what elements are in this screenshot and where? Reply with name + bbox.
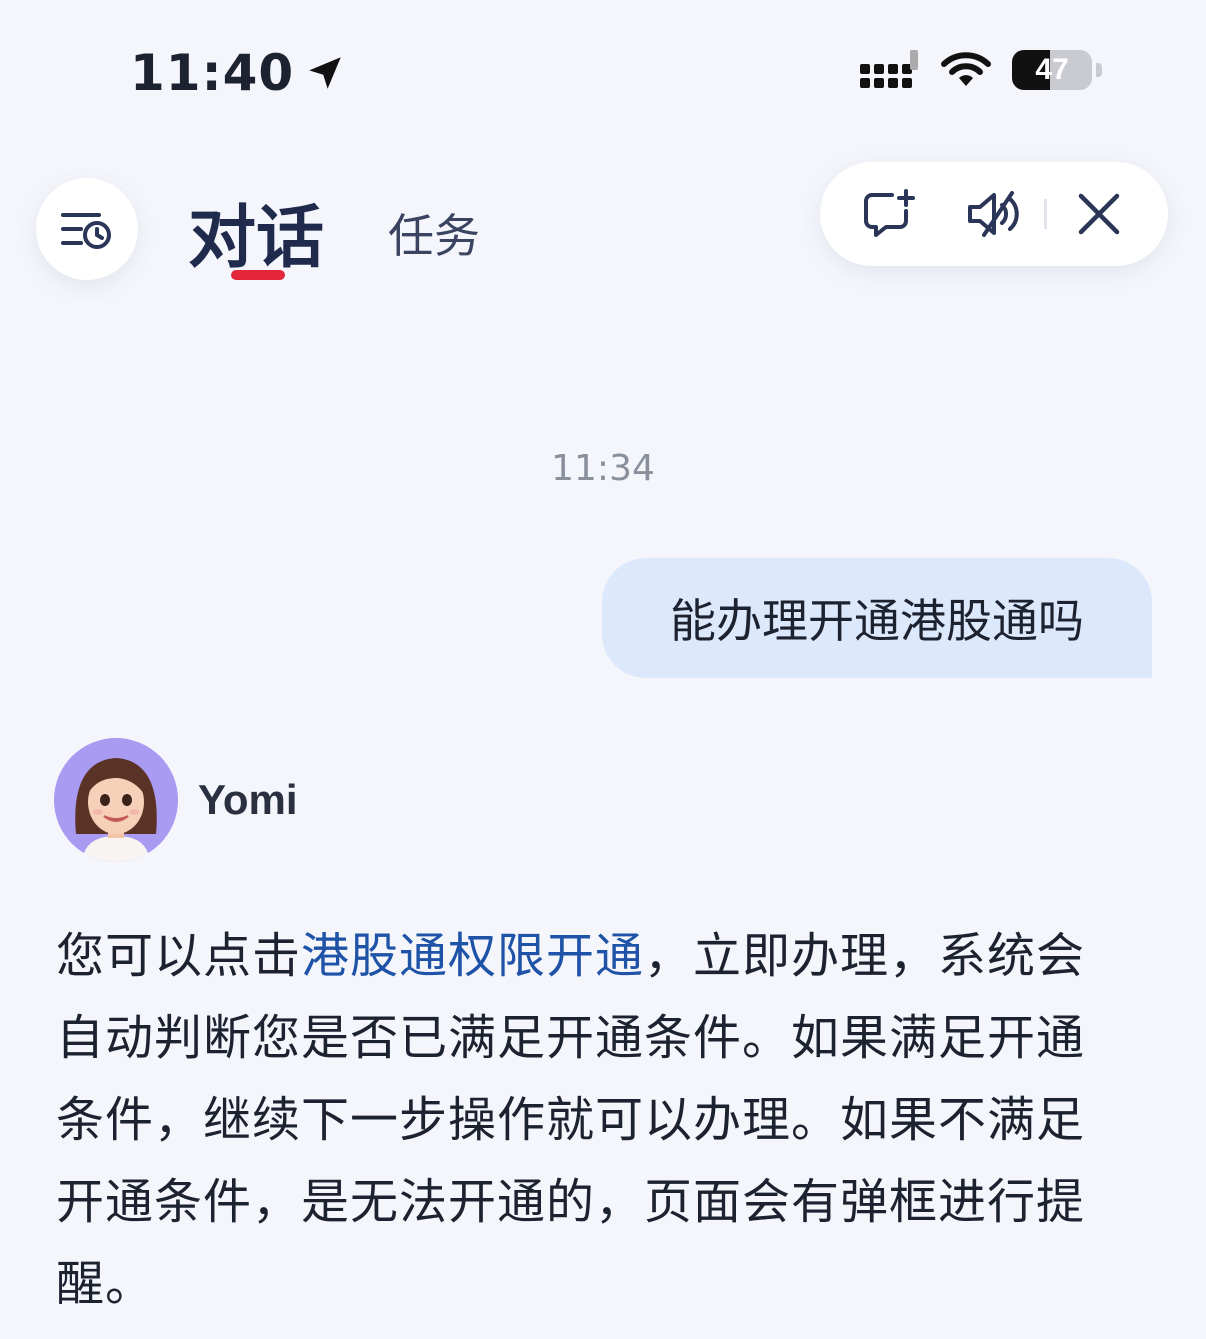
header-actions	[820, 162, 1168, 266]
tab-chat[interactable]: 对话	[188, 182, 324, 281]
status-time: 11:40	[130, 44, 346, 102]
close-icon	[1079, 193, 1120, 235]
active-tab-indicator	[231, 270, 285, 280]
message-timestamp: 11:34	[551, 448, 655, 489]
avatar	[54, 738, 178, 862]
new-chat-icon	[863, 189, 915, 237]
battery-nub	[1096, 63, 1102, 77]
clock-text: 11:40	[130, 44, 295, 102]
reply-text-after: ，立即办理，系统会自动判断您是否已满足开通条件。如果满足开通条件，继续下一步操作…	[56, 928, 1086, 1312]
action-divider	[1044, 199, 1047, 229]
mute-icon	[967, 191, 1019, 237]
user-message-text: 能办理开通港股通吗	[670, 594, 1084, 648]
hk-connect-permission-link[interactable]: 港股通权限开通	[301, 928, 644, 984]
close-button[interactable]	[1061, 174, 1138, 254]
reply-text-before: 您可以点击	[56, 928, 302, 984]
tab-task[interactable]: 任务	[388, 200, 480, 266]
wifi-icon	[941, 52, 991, 86]
user-message-bubble: 能办理开通港股通吗	[602, 558, 1152, 678]
battery-icon: 47	[1012, 50, 1092, 90]
history-icon	[61, 213, 111, 249]
history-button[interactable]	[36, 178, 138, 280]
bot-name: Yomi	[198, 776, 298, 823]
bot-reply: 您可以点击港股通权限开通，立即办理，系统会自动判断您是否已满足开通条件。如果满足…	[56, 915, 1126, 1325]
location-arrow-icon	[309, 57, 341, 89]
mute-button[interactable]	[957, 174, 1034, 254]
bot-avatar-image	[54, 738, 178, 862]
battery-percent: 47	[1035, 53, 1069, 86]
new-chat-button[interactable]	[850, 174, 927, 254]
status-icons: 47	[860, 50, 1102, 90]
cellular-signal-icon	[860, 50, 918, 88]
